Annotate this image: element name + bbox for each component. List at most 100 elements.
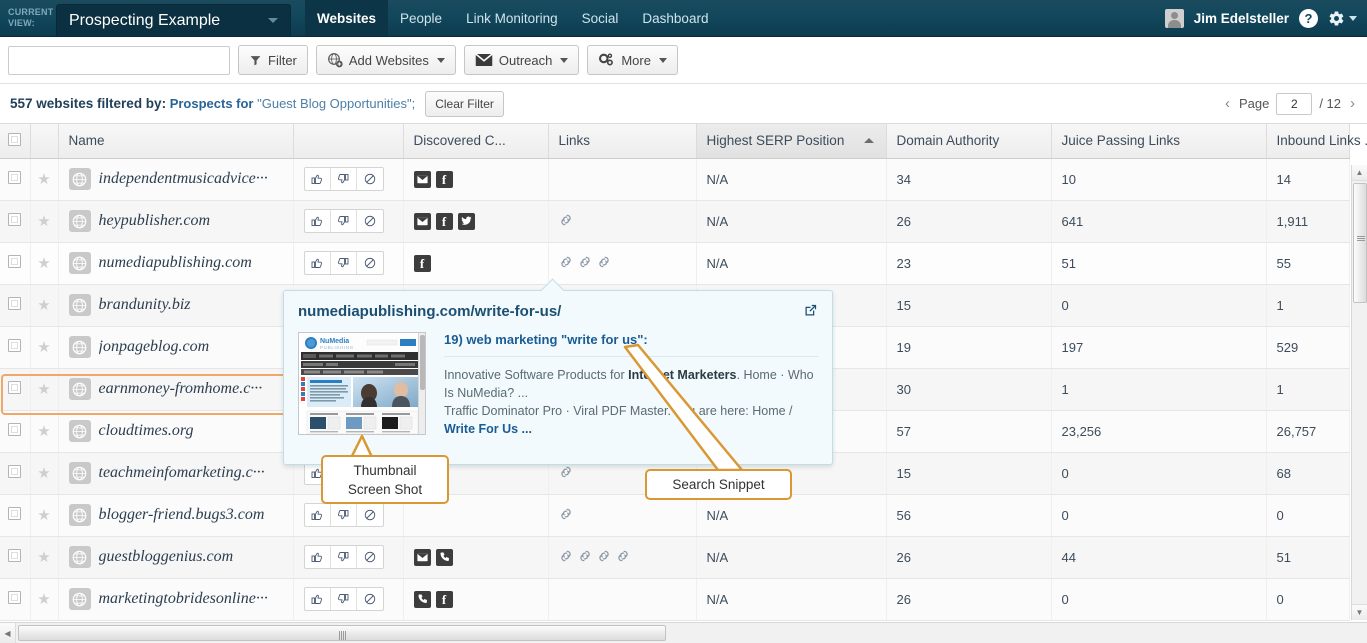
row-name-cell[interactable]: blogger-friend.bugs3.com — [58, 494, 294, 537]
row-name-cell[interactable]: marketingtobridesonline··· — [58, 578, 294, 621]
thumbs-up-icon[interactable] — [305, 168, 331, 190]
star-icon[interactable]: ★ — [37, 255, 50, 272]
thumbs-down-icon[interactable] — [331, 210, 357, 232]
scroll-left-button[interactable]: ◀ — [0, 623, 16, 643]
row-checkbox[interactable] — [8, 213, 22, 226]
table-row[interactable]: ★ heypublisher.com f N/A 26 641 1,911 — [0, 200, 1350, 243]
row-favorite-cell[interactable]: ★ — [30, 284, 59, 327]
row-name-cell[interactable]: cloudtimes.org — [58, 410, 294, 453]
row-name-cell[interactable]: independentmusicadvice··· — [58, 158, 294, 201]
row-favorite-cell[interactable]: ★ — [30, 368, 59, 411]
vertical-scroll-thumb[interactable] — [1353, 183, 1367, 303]
row-checkbox[interactable] — [8, 423, 22, 436]
column-header-highest-serp-position[interactable]: Highest SERP Position — [696, 124, 887, 159]
website-name-label[interactable]: blogger-friend.bugs3.com — [99, 506, 265, 524]
row-select-cell[interactable] — [0, 284, 31, 327]
website-name-label[interactable]: numediapublishing.com — [99, 254, 252, 272]
horizontal-scroll-thumb[interactable] — [18, 625, 666, 641]
row-favorite-cell[interactable]: ★ — [30, 200, 59, 243]
avatar[interactable] — [1164, 8, 1184, 28]
website-name-label[interactable]: marketingtobridesonline··· — [99, 590, 268, 608]
page-number-input[interactable] — [1276, 92, 1313, 115]
link-chain-icon[interactable] — [578, 549, 592, 566]
row-favorite-cell[interactable]: ★ — [30, 452, 59, 495]
link-chain-icon[interactable] — [559, 213, 573, 230]
website-name-label[interactable]: jonpageblog.com — [99, 338, 210, 356]
row-select-cell[interactable] — [0, 452, 31, 495]
thumbs-down-icon[interactable] — [331, 252, 357, 274]
column-header-name[interactable]: Name — [58, 124, 294, 159]
link-chain-icon[interactable] — [597, 255, 611, 272]
link-chain-icon[interactable] — [559, 465, 573, 482]
email-icon[interactable] — [413, 548, 431, 566]
user-name-label[interactable]: Jim Edelsteller — [1194, 11, 1289, 26]
row-select-cell[interactable] — [0, 494, 31, 537]
thumbs-up-icon[interactable] — [305, 588, 331, 610]
horizontal-scrollbar[interactable]: ◀ — [0, 622, 1367, 643]
block-icon[interactable] — [357, 546, 383, 568]
row-name-cell[interactable]: heypublisher.com — [58, 200, 294, 243]
column-header-discovered-contacts[interactable]: Discovered C... — [403, 124, 549, 159]
snippet-title[interactable]: 19) web marketing "write for us": — [444, 332, 818, 347]
link-chain-icon[interactable] — [616, 549, 630, 566]
filter-button[interactable]: Filter — [238, 45, 308, 75]
search-input[interactable] — [8, 45, 230, 75]
website-name-label[interactable]: guestbloggenius.com — [99, 548, 234, 566]
star-icon[interactable]: ★ — [37, 465, 50, 482]
scroll-down-button[interactable]: ▼ — [1352, 604, 1367, 620]
twitter-icon[interactable] — [457, 212, 475, 230]
facebook-icon[interactable]: f — [435, 170, 453, 188]
prev-page-button[interactable]: ‹ — [1223, 95, 1232, 112]
row-select-cell[interactable] — [0, 536, 31, 579]
row-select-cell[interactable] — [0, 242, 31, 285]
block-icon[interactable] — [357, 588, 383, 610]
row-select-cell[interactable] — [0, 368, 31, 411]
column-header-juice-passing-links[interactable]: Juice Passing Links — [1051, 124, 1267, 159]
row-name-cell[interactable]: guestbloggenius.com — [58, 536, 294, 579]
row-checkbox[interactable] — [8, 255, 22, 268]
star-icon[interactable]: ★ — [37, 591, 50, 608]
help-icon[interactable]: ? — [1299, 8, 1318, 28]
thumbs-down-icon[interactable] — [331, 588, 357, 610]
row-checkbox[interactable] — [8, 465, 22, 478]
link-chain-icon[interactable] — [578, 255, 592, 272]
link-chain-icon[interactable] — [559, 549, 573, 566]
vertical-scrollbar[interactable]: ▲ ▼ — [1351, 165, 1367, 620]
nav-tab-websites[interactable]: Websites — [305, 0, 389, 36]
facebook-icon[interactable]: f — [413, 254, 431, 272]
more-button[interactable]: More — [587, 45, 678, 75]
facebook-icon[interactable]: f — [435, 212, 453, 230]
link-chain-icon[interactable] — [559, 255, 573, 272]
link-chain-icon[interactable] — [597, 549, 611, 566]
thumbs-down-icon[interactable] — [331, 546, 357, 568]
clear-filter-button[interactable]: Clear Filter — [425, 90, 504, 117]
star-icon[interactable]: ★ — [37, 423, 50, 440]
star-icon[interactable]: ★ — [37, 549, 50, 566]
star-icon[interactable]: ★ — [37, 339, 50, 356]
link-chain-icon[interactable] — [559, 507, 573, 524]
row-checkbox[interactable] — [8, 507, 22, 520]
thumbs-up-icon[interactable] — [305, 504, 331, 526]
table-row[interactable]: ★ numediapublishing.com f N/A 23 51 55 — [0, 242, 1350, 285]
star-icon[interactable]: ★ — [37, 213, 50, 230]
table-row[interactable]: ★ guestbloggenius.com N/A 26 44 51 — [0, 536, 1350, 579]
row-favorite-cell[interactable]: ★ — [30, 242, 59, 285]
row-select-cell[interactable] — [0, 200, 31, 243]
nav-tab-social[interactable]: Social — [570, 0, 631, 36]
star-icon[interactable]: ★ — [37, 171, 50, 188]
snippet-line2-link[interactable]: Write For Us ... — [444, 422, 532, 436]
row-name-cell[interactable]: teachmeinfomarketing.c··· — [58, 452, 294, 495]
row-name-cell[interactable]: jonpageblog.com — [58, 326, 294, 369]
thumbs-up-icon[interactable] — [305, 252, 331, 274]
star-icon[interactable]: ★ — [37, 381, 50, 398]
thumbs-up-icon[interactable] — [305, 210, 331, 232]
row-select-cell[interactable] — [0, 578, 31, 621]
phone-icon[interactable] — [435, 548, 453, 566]
row-favorite-cell[interactable]: ★ — [30, 158, 59, 201]
nav-tab-link-monitoring[interactable]: Link Monitoring — [454, 0, 570, 36]
row-select-cell[interactable] — [0, 410, 31, 453]
thumbs-down-icon[interactable] — [331, 504, 357, 526]
phone-icon[interactable] — [413, 590, 431, 608]
star-icon[interactable]: ★ — [37, 507, 50, 524]
website-name-label[interactable]: teachmeinfomarketing.c··· — [99, 464, 265, 482]
